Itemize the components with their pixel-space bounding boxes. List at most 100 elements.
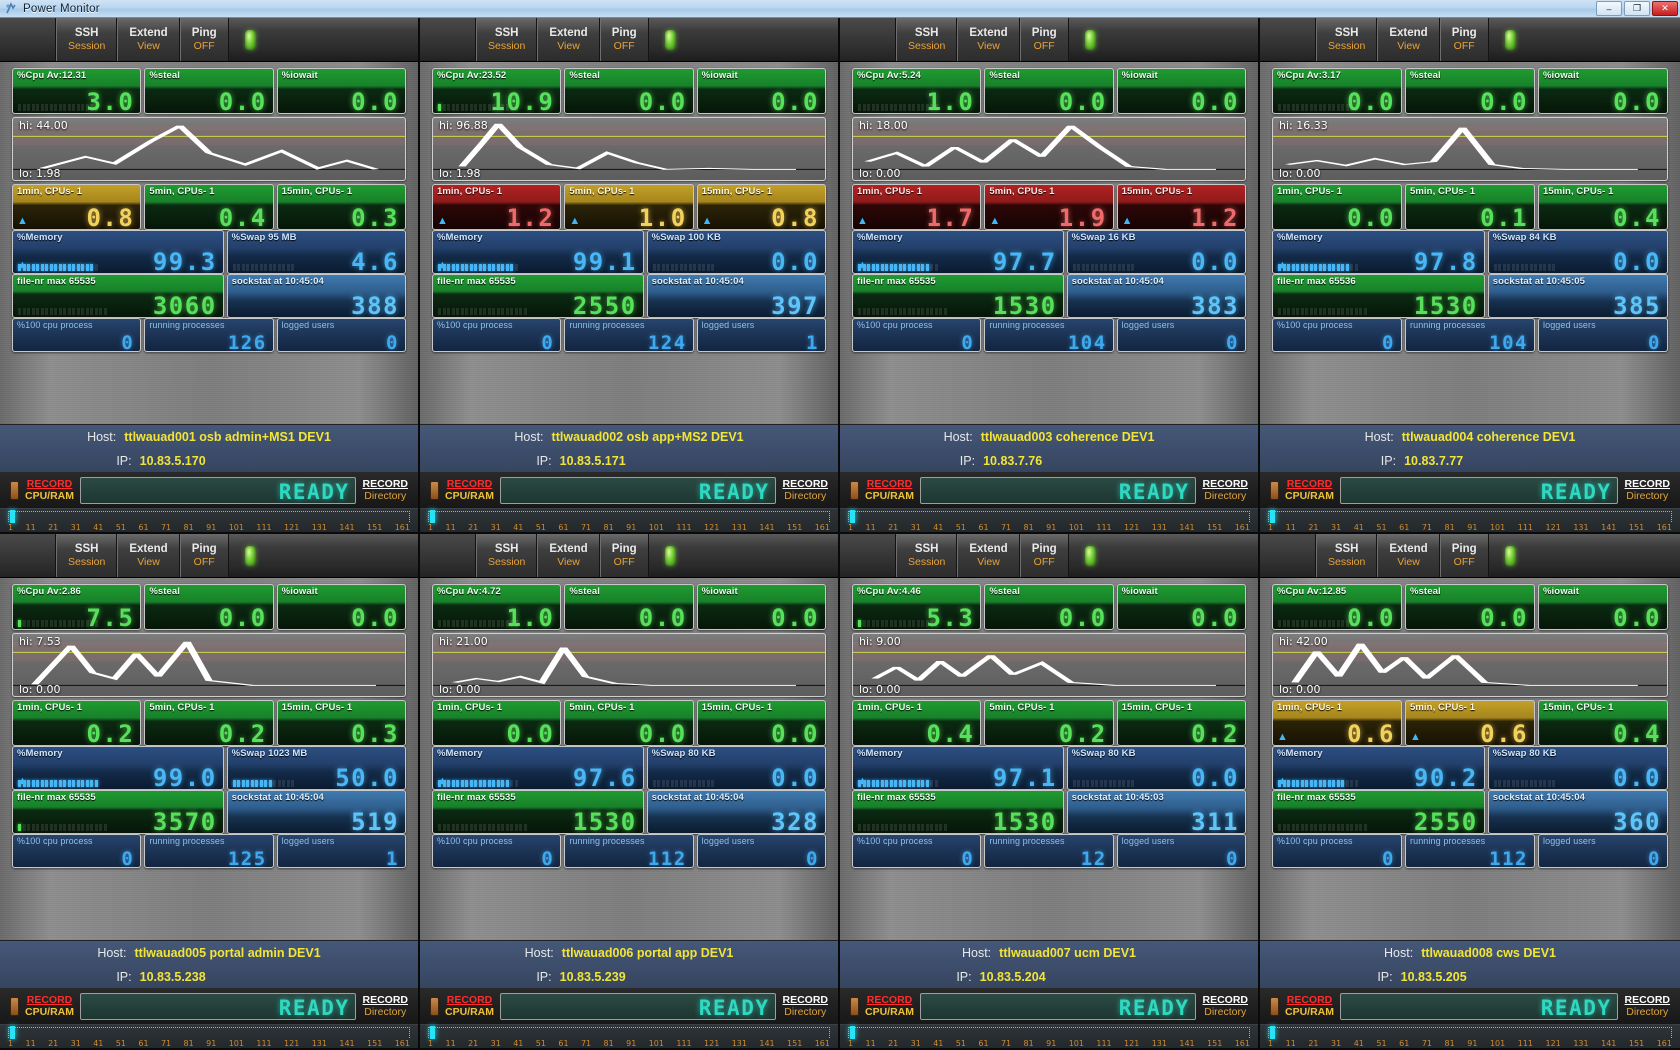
- menu-ping-toggle[interactable]: Ping OFF: [1439, 534, 1489, 577]
- load-15min[interactable]: 15min, CPUs- 1 0.2: [1116, 700, 1246, 746]
- record-directory-button[interactable]: RECORD Directory: [1624, 478, 1670, 502]
- monitor-panel-2[interactable]: SSH Session Extend View Ping OFF %Cpu Av:23.52…: [420, 18, 840, 534]
- load-5min[interactable]: 5min, CPUs- 1 0.2: [984, 700, 1114, 746]
- status-led-icon[interactable]: [1504, 29, 1516, 50]
- load-5min[interactable]: 5min, CPUs- 1 ▲ 1.0: [564, 184, 694, 230]
- timeline-ruler[interactable]: 1 11 21 31 41 51 61 71 81 91 101 111 121 131 141 151 161: [1260, 1024, 1680, 1048]
- status-led-icon[interactable]: [1084, 545, 1096, 566]
- running-processes[interactable]: running processes 104: [984, 318, 1114, 352]
- cpu-history-graph[interactable]: hi: 21.00 lo: 0.00: [432, 633, 826, 697]
- menu-ping-toggle[interactable]: Ping OFF: [179, 534, 229, 577]
- load-15min[interactable]: 15min, CPUs- 1 ▲ 0.8: [696, 184, 826, 230]
- record-directory-button[interactable]: RECORD Directory: [362, 994, 408, 1018]
- menu-extend-view[interactable]: Extend View: [117, 534, 180, 577]
- load-1min[interactable]: 1min, CPUs- 1 ▲ 1.2: [432, 184, 562, 230]
- cpu100-process[interactable]: %100 cpu process 0: [1272, 834, 1402, 868]
- cpu-steal[interactable]: %steal 0.0: [984, 584, 1114, 630]
- cpu-history-graph[interactable]: hi: 42.00 lo: 0.00: [1272, 633, 1668, 697]
- load-1min[interactable]: 1min, CPUs- 1 ▲ 0.6: [1272, 700, 1402, 746]
- memory-usage[interactable]: %Memory ▲ 99.3: [12, 230, 224, 274]
- menu-extend-view[interactable]: Extend View: [1377, 534, 1440, 577]
- menu-ping-toggle[interactable]: Ping OFF: [1439, 18, 1489, 61]
- cpu-average[interactable]: %Cpu Av:4.72 1.0: [432, 584, 562, 630]
- record-directory-button[interactable]: RECORD Directory: [1624, 994, 1670, 1018]
- memory-usage[interactable]: %Memory ▲ 97.1: [852, 746, 1064, 790]
- memory-usage[interactable]: %Memory ▲ 99.1: [432, 230, 644, 274]
- cpu100-process[interactable]: %100 cpu process 0: [852, 318, 982, 352]
- load-1min[interactable]: 1min, CPUs- 1 0.0: [432, 700, 562, 746]
- status-display[interactable]: READY: [920, 992, 1197, 1020]
- record-cpu-ram-button[interactable]: RECORD CPU/RAM: [25, 478, 74, 502]
- cpu-average[interactable]: %Cpu Av:2.86 7.5: [12, 584, 142, 630]
- status-display[interactable]: READY: [80, 992, 357, 1020]
- cpu-iowait[interactable]: %iowait 0.0: [696, 68, 826, 114]
- menu-extend-view[interactable]: Extend View: [1377, 18, 1440, 61]
- status-display[interactable]: READY: [1340, 476, 1619, 504]
- status-led-icon[interactable]: [664, 545, 676, 566]
- status-display[interactable]: READY: [500, 476, 777, 504]
- timeline-ruler[interactable]: 1 11 21 31 41 51 61 71 81 91 101 111 121 131 141 151 161: [420, 508, 838, 532]
- load-15min[interactable]: 15min, CPUs- 1 ▲ 1.2: [1116, 184, 1246, 230]
- swap-usage[interactable]: %Swap 95 MB 4.6: [226, 230, 406, 274]
- menu-ssh-session[interactable]: SSH Session: [1316, 534, 1378, 577]
- menu-ping-toggle[interactable]: Ping OFF: [179, 18, 229, 61]
- swap-usage[interactable]: %Swap 80 KB 0.0: [646, 746, 826, 790]
- running-processes[interactable]: running processes 12: [984, 834, 1114, 868]
- cpu-history-graph[interactable]: hi: 96.88 lo: 1.98: [432, 117, 826, 181]
- load-5min[interactable]: 5min, CPUs- 1 ▲ 1.9: [984, 184, 1114, 230]
- load-1min[interactable]: 1min, CPUs- 1 0.4: [852, 700, 982, 746]
- running-processes[interactable]: running processes 104: [1405, 318, 1535, 352]
- load-5min[interactable]: 5min, CPUs- 1 0.1: [1405, 184, 1535, 230]
- record-directory-button[interactable]: RECORD Directory: [782, 994, 828, 1018]
- logged-users[interactable]: logged users 1: [276, 834, 406, 868]
- cpu-iowait[interactable]: %iowait 0.0: [696, 584, 826, 630]
- record-directory-button[interactable]: RECORD Directory: [782, 478, 828, 502]
- menu-ssh-session[interactable]: SSH Session: [476, 18, 538, 61]
- cpu-iowait[interactable]: %iowait 0.0: [1538, 584, 1668, 630]
- monitor-panel-6[interactable]: SSH Session Extend View Ping OFF %Cpu Av:4.72 1…: [420, 534, 840, 1050]
- cpu-history-graph[interactable]: hi: 16.33 lo: 0.00: [1272, 117, 1668, 181]
- sockstat[interactable]: sockstat at 10:45:04 383: [1066, 274, 1246, 318]
- record-directory-button[interactable]: RECORD Directory: [1202, 478, 1248, 502]
- monitor-panel-1[interactable]: SSH Session Extend View Ping OFF %Cpu Av:12.31…: [0, 18, 420, 534]
- sockstat[interactable]: sockstat at 10:45:04 360: [1487, 790, 1668, 834]
- cpu-average[interactable]: %Cpu Av:12.85 0.0: [1272, 584, 1402, 630]
- menu-extend-view[interactable]: Extend View: [537, 18, 600, 61]
- sockstat[interactable]: sockstat at 10:45:03 311: [1066, 790, 1246, 834]
- file-nr[interactable]: file-nr max 65535 2550: [432, 274, 644, 318]
- logged-users[interactable]: logged users 0: [696, 834, 826, 868]
- cpu-iowait[interactable]: %iowait 0.0: [276, 584, 406, 630]
- swap-usage[interactable]: %Swap 80 KB 0.0: [1487, 746, 1668, 790]
- sockstat[interactable]: sockstat at 10:45:04 328: [646, 790, 826, 834]
- load-1min[interactable]: 1min, CPUs- 1 0.2: [12, 700, 142, 746]
- menu-ssh-session[interactable]: SSH Session: [896, 534, 958, 577]
- cpu100-process[interactable]: %100 cpu process 0: [12, 318, 142, 352]
- status-led-icon[interactable]: [664, 29, 676, 50]
- cpu-iowait[interactable]: %iowait 0.0: [1538, 68, 1668, 114]
- running-processes[interactable]: running processes 112: [564, 834, 694, 868]
- menu-extend-view[interactable]: Extend View: [537, 534, 600, 577]
- file-nr[interactable]: file-nr max 65535 1530: [432, 790, 644, 834]
- cpu-history-graph[interactable]: hi: 44.00 lo: 1.98: [12, 117, 406, 181]
- sockstat[interactable]: sockstat at 10:45:04 397: [646, 274, 826, 318]
- timeline-ruler[interactable]: 1 11 21 31 41 51 61 71 81 91 101 111 121 131 141 151 161: [1260, 508, 1680, 532]
- cpu100-process[interactable]: %100 cpu process 0: [432, 834, 562, 868]
- logged-users[interactable]: logged users 0: [1538, 834, 1668, 868]
- status-led-icon[interactable]: [244, 29, 256, 50]
- timeline-ruler[interactable]: 1 11 21 31 41 51 61 71 81 91 101 111 121 131 141 151 161: [0, 1024, 418, 1048]
- load-5min[interactable]: 5min, CPUs- 1 0.2: [144, 700, 274, 746]
- swap-usage[interactable]: %Swap 1023 MB 50.0: [226, 746, 406, 790]
- swap-usage[interactable]: %Swap 16 KB 0.0: [1066, 230, 1246, 274]
- logged-users[interactable]: logged users 0: [1116, 318, 1246, 352]
- cpu-average[interactable]: %Cpu Av:4.46 5.3: [852, 584, 982, 630]
- cpu-steal[interactable]: %steal 0.0: [564, 584, 694, 630]
- status-led-icon[interactable]: [1084, 29, 1096, 50]
- cpu-average[interactable]: %Cpu Av:23.52 10.9: [432, 68, 562, 114]
- status-display[interactable]: READY: [1340, 992, 1619, 1020]
- record-directory-button[interactable]: RECORD Directory: [362, 478, 408, 502]
- minimize-button[interactable]: –: [1596, 1, 1622, 16]
- monitor-panel-8[interactable]: SSH Session Extend View Ping OFF %Cpu Av:12.85…: [1260, 534, 1680, 1050]
- memory-usage[interactable]: %Memory ▲ 97.8: [1272, 230, 1485, 274]
- close-button[interactable]: ✕: [1652, 1, 1678, 16]
- menu-ping-toggle[interactable]: Ping OFF: [1019, 18, 1069, 61]
